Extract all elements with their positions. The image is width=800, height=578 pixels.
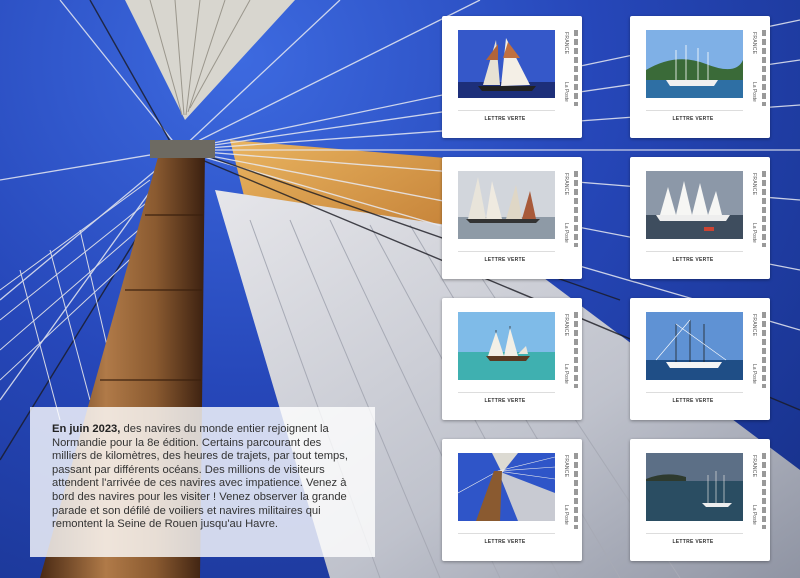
phosphor-bar bbox=[762, 30, 766, 106]
stamp-5[interactable]: FRANCE La Poste LETTRE VERTE bbox=[439, 295, 585, 423]
description-text-box: En juin 2023, des navires du monde entie… bbox=[30, 407, 375, 557]
postage-value: LETTRE VERTE bbox=[484, 398, 526, 404]
top-sail-shape bbox=[125, 0, 295, 120]
country-label: FRANCE bbox=[563, 32, 569, 55]
postage-value: LETTRE VERTE bbox=[484, 257, 526, 263]
phosphor-bar bbox=[574, 312, 578, 388]
stamp-sheet: FRANCE La Poste LETTRE VERTE FRANCE La P… bbox=[0, 0, 800, 578]
postage-value: LETTRE VERTE bbox=[672, 257, 714, 263]
divider bbox=[646, 110, 743, 111]
mast-top-fitting bbox=[150, 140, 215, 158]
stamp-2[interactable]: FRANCE La Poste LETTRE VERTE bbox=[627, 13, 773, 141]
divider bbox=[646, 533, 743, 534]
country-label: FRANCE bbox=[563, 455, 569, 478]
postage-value: LETTRE VERTE bbox=[484, 539, 526, 545]
post-label: La Poste bbox=[751, 505, 757, 525]
country-label: FRANCE bbox=[751, 32, 757, 55]
stamp-photo bbox=[458, 312, 555, 380]
stamp-photo bbox=[458, 453, 555, 521]
post-label: La Poste bbox=[751, 82, 757, 102]
phosphor-bar bbox=[574, 171, 578, 247]
stamp-7[interactable]: FRANCE La Poste LETTRE VERTE bbox=[439, 436, 585, 564]
postage-value: LETTRE VERTE bbox=[672, 116, 714, 122]
divider bbox=[646, 392, 743, 393]
stamp-4[interactable]: FRANCE La Poste LETTRE VERTE bbox=[627, 154, 773, 282]
phosphor-bar bbox=[574, 30, 578, 106]
description-body: des navires du monde entier rejoignent l… bbox=[52, 423, 348, 531]
stamp-photo bbox=[646, 312, 743, 380]
post-label: La Poste bbox=[563, 82, 569, 102]
stamp-8[interactable]: FRANCE La Poste LETTRE VERTE bbox=[627, 436, 773, 564]
phosphor-bar bbox=[574, 453, 578, 529]
stamp-photo bbox=[458, 30, 555, 98]
stamp-1[interactable]: FRANCE La Poste LETTRE VERTE bbox=[439, 13, 585, 141]
description-lead: En juin 2023, bbox=[52, 423, 121, 435]
phosphor-bar bbox=[762, 453, 766, 529]
country-label: FRANCE bbox=[751, 314, 757, 337]
post-label: La Poste bbox=[563, 223, 569, 243]
stamp-photo bbox=[646, 171, 743, 239]
country-label: FRANCE bbox=[751, 173, 757, 196]
stamp-photo bbox=[458, 171, 555, 239]
stamp-6[interactable]: FRANCE La Poste LETTRE VERTE bbox=[627, 295, 773, 423]
divider bbox=[458, 251, 555, 252]
stamp-photo bbox=[646, 453, 743, 521]
divider bbox=[458, 392, 555, 393]
postage-value: LETTRE VERTE bbox=[672, 539, 714, 545]
phosphor-bar bbox=[762, 171, 766, 247]
postage-value: LETTRE VERTE bbox=[484, 116, 526, 122]
stamp-3[interactable]: FRANCE La Poste LETTRE VERTE bbox=[439, 154, 585, 282]
post-label: La Poste bbox=[563, 364, 569, 384]
postage-value: LETTRE VERTE bbox=[672, 398, 714, 404]
divider bbox=[458, 110, 555, 111]
divider bbox=[458, 533, 555, 534]
post-label: La Poste bbox=[751, 223, 757, 243]
phosphor-bar bbox=[762, 312, 766, 388]
post-label: La Poste bbox=[751, 364, 757, 384]
stamp-photo bbox=[646, 30, 743, 98]
country-label: FRANCE bbox=[563, 314, 569, 337]
divider bbox=[646, 251, 743, 252]
post-label: La Poste bbox=[563, 505, 569, 525]
country-label: FRANCE bbox=[563, 173, 569, 196]
country-label: FRANCE bbox=[751, 455, 757, 478]
